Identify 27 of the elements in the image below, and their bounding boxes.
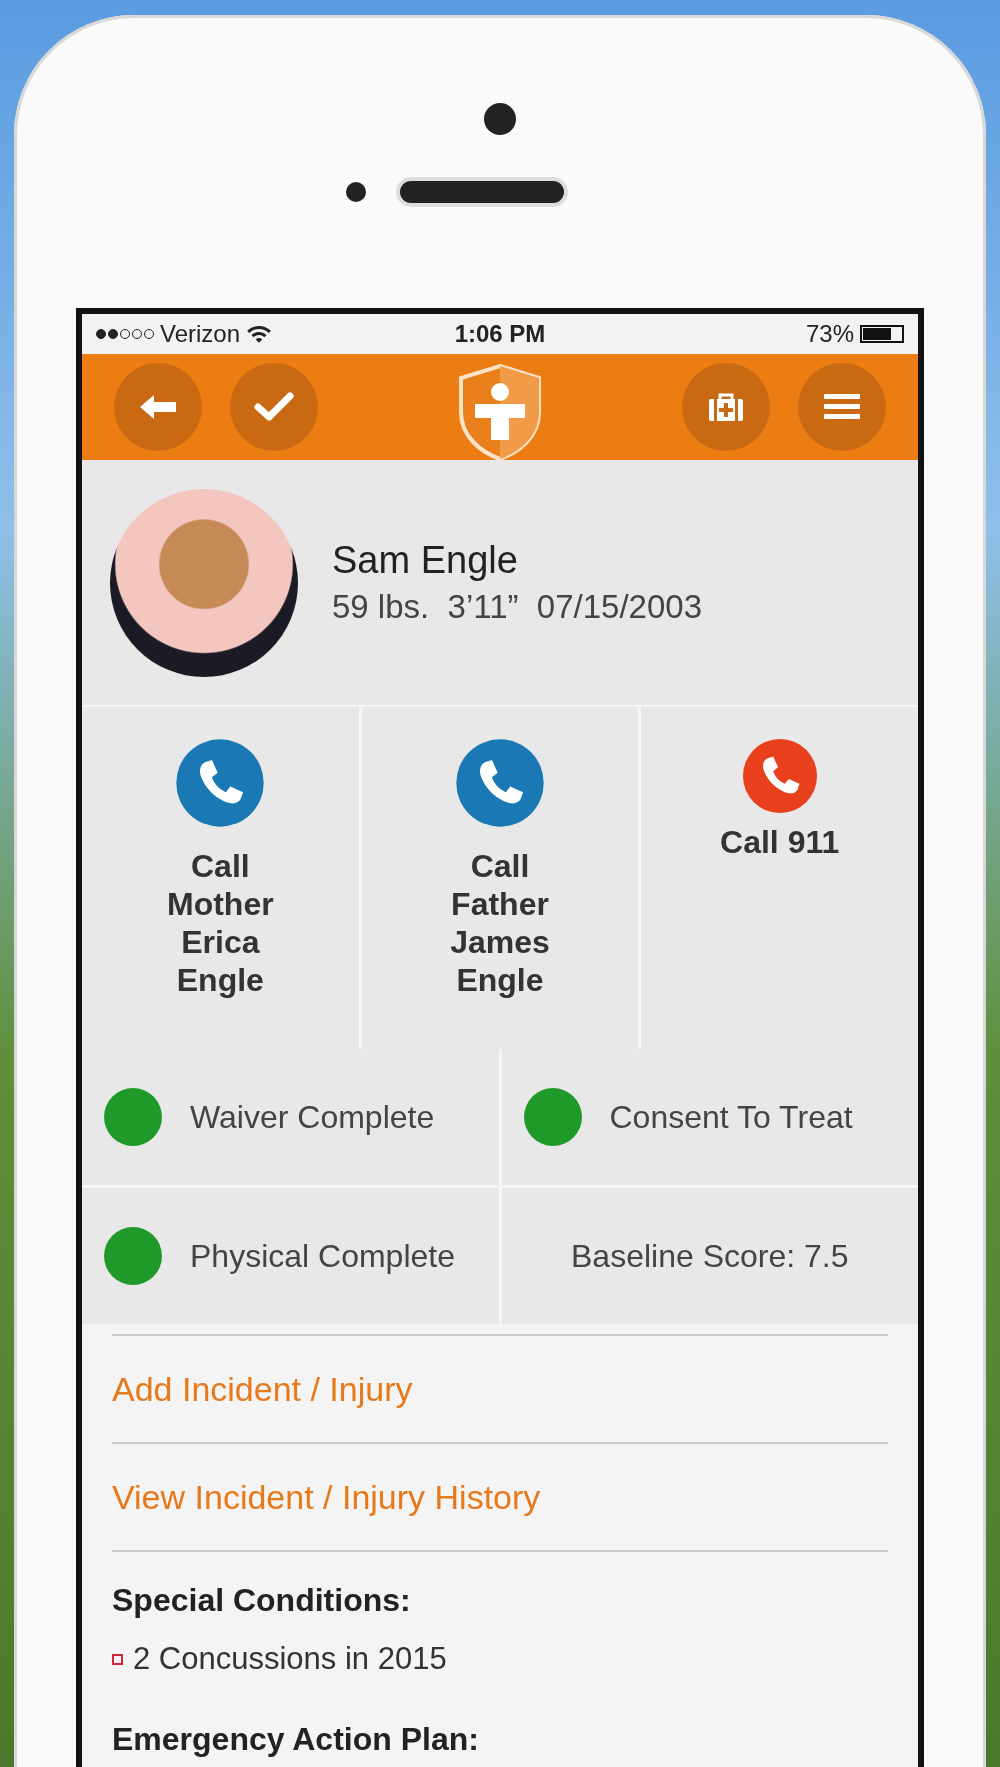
status-label: Consent To Treat xyxy=(609,1098,853,1136)
section-heading: Special Conditions: xyxy=(112,1582,412,1619)
menu-icon xyxy=(822,392,862,422)
status-label: Physical Complete xyxy=(190,1237,455,1275)
call-button[interactable]: Call Mother Erica Engle xyxy=(82,707,359,1049)
carrier-label: Verizon xyxy=(160,320,241,348)
first-aid-kit-icon xyxy=(706,391,746,423)
wifi-icon xyxy=(246,324,273,344)
bullet-icon xyxy=(112,1653,123,1665)
section-heading: Emergency Action Plan: xyxy=(112,1721,480,1758)
phone-icon xyxy=(740,737,819,815)
battery-percent: 73% xyxy=(805,320,854,348)
back-arrow-icon xyxy=(138,392,178,422)
battery-icon xyxy=(860,325,904,343)
clock-label: 1:06 PM xyxy=(454,320,546,348)
player-details: 59 lbs. 3’11” 07/15/2003 xyxy=(332,588,702,626)
status-label: Waiver Complete xyxy=(190,1098,435,1136)
phone-icon xyxy=(454,737,546,829)
camera-dot xyxy=(484,103,516,135)
phone-icon xyxy=(174,737,267,829)
baseline-score: Baseline Score: 7.5 xyxy=(571,1237,849,1275)
checkmark-icon xyxy=(254,392,294,422)
player-name: Sam Engle xyxy=(332,539,519,582)
condition-item: 2 Concussions in 2015 xyxy=(133,1641,447,1677)
call-button[interactable]: Call Father James Engle xyxy=(361,707,639,1049)
call-button[interactable]: Call 911 xyxy=(641,707,918,1049)
sensor-dot xyxy=(346,182,366,202)
